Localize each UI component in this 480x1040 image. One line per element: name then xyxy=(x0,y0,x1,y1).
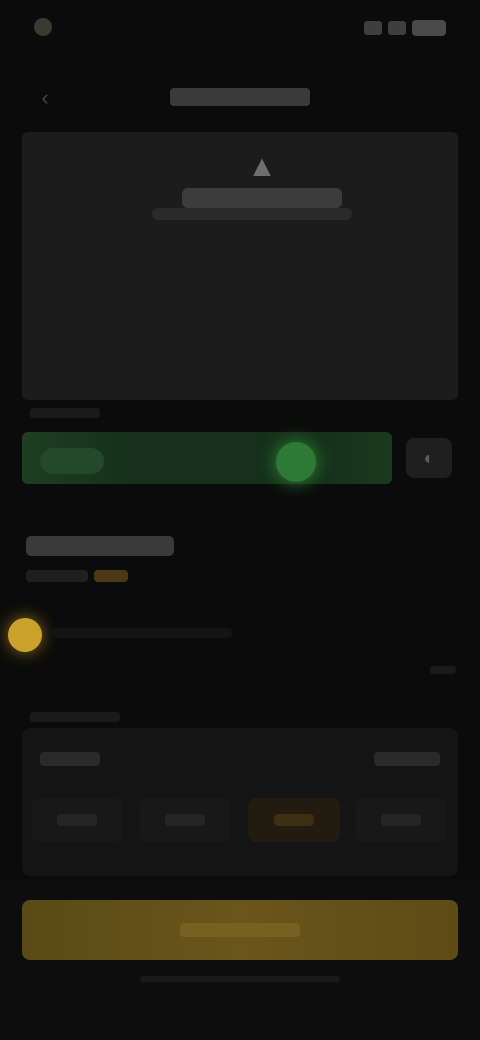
panel-label-right[interactable] xyxy=(374,752,440,766)
option-1-label xyxy=(57,814,97,826)
option-2-label xyxy=(165,814,205,826)
progress-label xyxy=(30,408,100,418)
option-3-label xyxy=(274,814,314,826)
options-panel xyxy=(22,728,458,876)
option-2[interactable] xyxy=(140,798,230,842)
section-title xyxy=(26,536,174,556)
section-subtitle-accent[interactable] xyxy=(94,570,128,582)
bottom-bar xyxy=(0,880,480,1040)
status-left xyxy=(34,18,110,36)
cta-label xyxy=(180,923,300,937)
status-time xyxy=(62,20,110,34)
signal-icon xyxy=(364,21,382,35)
primary-cta-button[interactable] xyxy=(22,900,458,960)
progress-row: ◐ xyxy=(22,428,458,488)
page-title xyxy=(170,88,310,106)
back-arrow-icon: ‹ xyxy=(41,85,49,110)
progress-knob[interactable] xyxy=(276,442,316,482)
preview-caption-secondary xyxy=(152,208,352,220)
back-button[interactable]: ‹ xyxy=(30,84,60,112)
bullet-meta xyxy=(430,666,456,674)
panel-label-left xyxy=(40,752,100,766)
option-4[interactable] xyxy=(356,798,446,842)
section-subtitle-text xyxy=(26,570,88,582)
header: ‹ xyxy=(0,72,480,122)
status-dot-icon xyxy=(8,618,42,652)
toggle-icon: ◐ xyxy=(423,447,435,468)
panel-heading xyxy=(30,712,120,722)
status-bar xyxy=(0,0,480,60)
option-3-selected[interactable] xyxy=(248,798,340,842)
preview-caption xyxy=(182,188,342,208)
progress-track[interactable] xyxy=(22,432,392,484)
home-indicator xyxy=(140,976,340,982)
media-preview[interactable]: ▲ xyxy=(22,132,458,400)
option-4-label xyxy=(381,814,421,826)
status-right xyxy=(364,20,446,36)
progress-left-pill xyxy=(40,448,104,474)
section-subtitle xyxy=(26,570,128,582)
toggle-button[interactable]: ◐ xyxy=(406,438,452,478)
bullet-text xyxy=(52,628,232,638)
app-screen: ‹ ▲ ◐ xyxy=(0,0,480,1040)
battery-icon xyxy=(412,20,446,36)
app-icon xyxy=(34,18,52,36)
upload-icon: ▲ xyxy=(247,150,277,183)
wifi-icon xyxy=(388,21,406,35)
option-1[interactable] xyxy=(32,798,122,842)
